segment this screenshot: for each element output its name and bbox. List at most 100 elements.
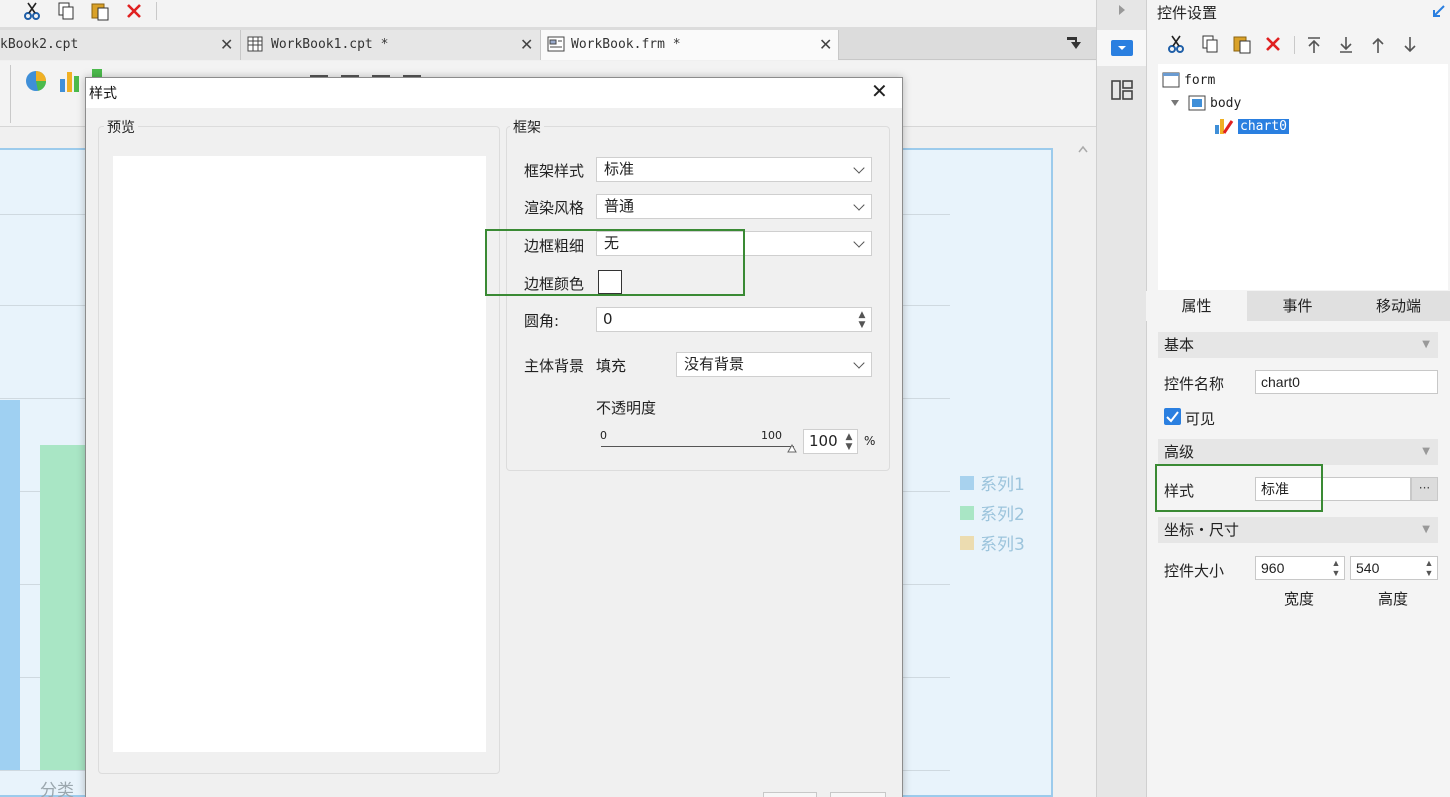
opacity-slider-track[interactable]: [601, 446, 794, 447]
paste-icon[interactable]: [1232, 34, 1252, 58]
toolbar-divider: [1294, 36, 1295, 54]
stepper-arrows-icon[interactable]: ▲ ▼: [841, 430, 857, 453]
select-value: 普通: [604, 197, 635, 215]
highlight-box: [485, 229, 745, 296]
height-value: 540: [1356, 560, 1380, 576]
tab-menu-icon[interactable]: [1066, 35, 1082, 55]
size-label: 控件大小: [1164, 562, 1225, 580]
tab-workbook2[interactable]: kBook2.cpt ✕: [0, 30, 241, 60]
tab-properties[interactable]: 属性: [1146, 291, 1247, 321]
layout-icon[interactable]: [1111, 80, 1133, 104]
scroll-up-icon[interactable]: [1078, 141, 1088, 157]
tree-node-form[interactable]: form: [1162, 72, 1215, 88]
widget-tree: form body chart0: [1158, 64, 1448, 290]
toolbar-divider: [10, 65, 11, 123]
legend-label: 系列3: [980, 535, 1025, 555]
side-strip: [1096, 0, 1147, 797]
style-more-button[interactable]: ···: [1411, 477, 1438, 501]
height-stepper[interactable]: 540 ▲ ▼: [1350, 556, 1438, 580]
radius-stepper[interactable]: 0 ▲ ▼: [596, 307, 872, 332]
visible-label: 可见: [1185, 410, 1216, 428]
opacity-max-label: 100: [761, 429, 782, 442]
cut-icon[interactable]: [1166, 34, 1186, 58]
chevron-down-icon: ▼: [1422, 524, 1430, 535]
close-icon[interactable]: ✕: [220, 35, 233, 54]
width-stepper[interactable]: 960 ▲ ▼: [1255, 556, 1345, 580]
delete-icon[interactable]: [1264, 35, 1282, 57]
paste-icon[interactable]: [88, 0, 112, 22]
opacity-stepper[interactable]: 100 ▲ ▼: [803, 429, 858, 454]
tree-node-body[interactable]: body: [1170, 95, 1241, 111]
move-to-bottom-icon[interactable]: [1338, 36, 1354, 58]
widget-settings-toggle[interactable]: [1097, 30, 1147, 66]
vertical-scrollbar[interactable]: [1072, 137, 1094, 797]
copy-icon[interactable]: [54, 0, 78, 22]
chevron-down-icon[interactable]: [847, 353, 871, 376]
group-coordinates[interactable]: 坐标・尺寸 ▼: [1158, 517, 1438, 543]
tab-mobile[interactable]: 移动端: [1348, 291, 1449, 321]
bar-chart-icon[interactable]: [58, 69, 84, 97]
close-icon[interactable]: ✕: [819, 35, 832, 54]
legend-label: 系列1: [980, 475, 1025, 495]
radius-label: 圆角:: [524, 312, 560, 330]
ok-button[interactable]: [763, 792, 817, 797]
move-to-top-icon[interactable]: [1306, 36, 1322, 58]
dialog-title: 样式: [89, 86, 117, 102]
pie-chart-icon[interactable]: [24, 69, 48, 97]
delete-icon[interactable]: [122, 0, 146, 22]
chevron-down-icon[interactable]: [847, 158, 871, 181]
legend-label: 系列2: [980, 505, 1025, 525]
collapse-panel-icon[interactable]: [1430, 4, 1446, 24]
frame-style-label: 框架样式: [524, 162, 585, 180]
move-up-icon[interactable]: [1370, 36, 1386, 58]
group-basic[interactable]: 基本 ▼: [1158, 332, 1438, 358]
group-title: 高级: [1164, 443, 1195, 461]
stepper-arrows-icon[interactable]: ▲ ▼: [1421, 557, 1437, 579]
legend-item: 系列1: [960, 470, 1025, 495]
tree-node-chart0[interactable]: chart0: [1214, 117, 1289, 135]
copy-icon[interactable]: [1200, 34, 1220, 58]
expand-arrow-icon[interactable]: [1170, 99, 1180, 107]
body-icon: [1188, 95, 1206, 111]
control-name-input[interactable]: chart0: [1255, 370, 1438, 394]
frame-style-select[interactable]: 标准: [596, 157, 872, 182]
close-icon[interactable]: ✕: [520, 35, 533, 54]
panel-icon: [1111, 40, 1133, 56]
legend-item: 系列3: [960, 530, 1025, 555]
frame-title: 框架: [510, 117, 544, 137]
visible-checkbox[interactable]: [1164, 408, 1181, 425]
cancel-button[interactable]: [830, 792, 886, 797]
stepper-arrows-icon[interactable]: ▲ ▼: [1328, 557, 1344, 579]
background-select[interactable]: 没有背景: [676, 352, 872, 377]
render-style-select[interactable]: 普通: [596, 194, 872, 219]
panel-title: 控件设置: [1157, 4, 1218, 22]
group-title: 坐标・尺寸: [1164, 521, 1240, 539]
property-tabs: 属性 事件 移动端: [1146, 291, 1450, 321]
legend-swatch: [960, 535, 974, 550]
chevron-down-icon[interactable]: [847, 195, 871, 218]
opacity-value: 100: [809, 432, 838, 450]
select-value: 没有背景: [684, 355, 745, 373]
opacity-min-label: 0: [600, 429, 607, 442]
top-toolbar: [0, 0, 1096, 27]
group-advanced[interactable]: 高级 ▼: [1158, 439, 1438, 465]
move-down-icon[interactable]: [1402, 36, 1418, 58]
tab-workbook-frm[interactable]: WorkBook.frm * ✕: [541, 30, 839, 60]
tab-bar: kBook2.cpt ✕ WorkBook1.cpt * ✕ WorkBook.…: [0, 27, 1096, 60]
radius-value: 0: [603, 310, 613, 328]
check-icon: [1166, 411, 1179, 423]
stepper-arrows-icon[interactable]: ▲ ▼: [853, 308, 871, 331]
tree-label: form: [1184, 72, 1216, 88]
chevron-down-icon: ▼: [1422, 339, 1430, 350]
tab-workbook1[interactable]: WorkBook1.cpt * ✕: [241, 30, 541, 60]
render-style-label: 渲染风格: [524, 199, 585, 217]
expand-arrow-icon[interactable]: [1117, 4, 1127, 20]
tree-label: body: [1210, 95, 1242, 111]
preview-title: 预览: [104, 117, 138, 137]
chevron-down-icon[interactable]: [847, 232, 871, 255]
opacity-unit: %: [864, 434, 876, 448]
tab-events[interactable]: 事件: [1247, 291, 1348, 321]
opacity-slider-handle[interactable]: [787, 441, 797, 457]
cut-icon[interactable]: [20, 0, 44, 22]
close-icon[interactable]: ✕: [871, 81, 888, 101]
